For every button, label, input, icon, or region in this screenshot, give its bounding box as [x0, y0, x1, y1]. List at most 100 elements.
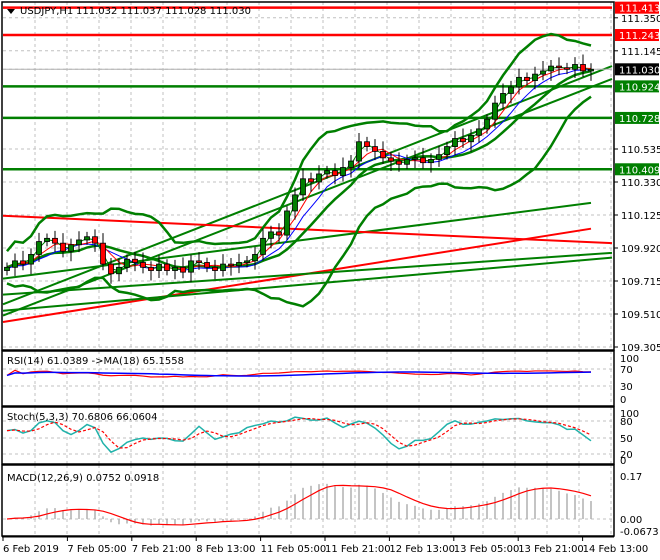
rsi-tick-label: 100 [620, 354, 639, 365]
candle-bear [212, 266, 218, 271]
price-tick-label: 111.350 [621, 14, 660, 25]
price-tick-label: 109.715 [621, 277, 660, 288]
candle-bear [580, 64, 586, 72]
candle-bear [372, 146, 378, 152]
chart-window[interactable]: 111.350 111.145 110.535 110.330 110.125 109.9… [0, 0, 660, 560]
candle-bear [164, 263, 170, 271]
panel-frame [1, 1, 615, 351]
candle-bull [348, 160, 354, 168]
candle-bear [380, 151, 386, 159]
candle-bull [484, 118, 490, 130]
time-label: 12 Feb 13:00 [389, 544, 455, 555]
level-price-label: 110.728 [619, 114, 660, 125]
candle-bull [412, 157, 418, 160]
candle-bull [12, 260, 18, 268]
price-tick-label: 109.305 [621, 343, 660, 354]
candle-bull [156, 263, 162, 271]
rsi-tick-label: 0 [620, 395, 626, 406]
candle-bull [188, 260, 194, 273]
stoch-tick-label: 50 [620, 434, 633, 445]
candle-bull [500, 93, 506, 104]
candle-bear [60, 242, 66, 252]
collapse-triangle-icon[interactable] [7, 9, 15, 14]
candle-bull [84, 236, 90, 241]
candle-bear [100, 242, 106, 265]
candle-bull [476, 128, 482, 136]
rsi-tick-label: 30 [620, 382, 633, 393]
candle-bear [140, 262, 146, 268]
candle-bear [276, 231, 282, 236]
macd-tick-label: 0.17 [620, 472, 642, 483]
candle-bull [428, 159, 434, 164]
rsi-panel[interactable] [6, 369, 592, 378]
candle-bull [508, 86, 514, 94]
price-tick-label: 111.145 [621, 47, 660, 58]
candle-bull [28, 254, 34, 265]
candle-bear [524, 76, 530, 81]
candle-bull [572, 64, 578, 70]
candle-bull [316, 173, 322, 183]
ohlc-label: 111.032 111.037 111.028 111.030 [76, 6, 251, 17]
time-label: 11 Feb 05:00 [261, 544, 327, 555]
candle-bull [36, 241, 42, 255]
time-label: 13 Feb 05:00 [454, 544, 520, 555]
candle-bear [364, 141, 370, 147]
candle-bull [548, 65, 554, 72]
candle-bull [540, 70, 546, 75]
bollinger-upper-band [6, 32, 592, 253]
macd-tick-label: -0.0673 [620, 527, 659, 538]
price-panel[interactable] [2, 6, 613, 324]
level-price-label: 111.243 [619, 31, 660, 42]
candle-bull [260, 237, 266, 255]
candle-bull [4, 266, 10, 271]
candle-bear [204, 262, 210, 268]
candle-bull [124, 258, 130, 268]
candle-bear [180, 266, 186, 273]
price-tick-label: 109.920 [621, 244, 660, 255]
candle-bear [420, 157, 426, 164]
candle-bear [108, 263, 114, 275]
candle-bear [388, 157, 394, 162]
candle-bear [92, 236, 98, 244]
rsi-label: RSI(14) 61.0389 ->MA(18) 65.1558 [7, 356, 184, 367]
rsi-tick-label: 70 [620, 365, 633, 376]
candle-bull [452, 138, 458, 147]
price-tick-label: 109.510 [621, 310, 660, 321]
candle-bull [324, 170, 330, 175]
time-label: 11 Feb 21:00 [325, 544, 391, 555]
time-label: 6 Feb 2019 [3, 544, 59, 555]
candle-bull [244, 260, 250, 263]
candle-bull [68, 244, 74, 252]
candle-bull [76, 239, 82, 246]
candle-bear [228, 263, 234, 267]
time-label: 7 Feb 21:00 [132, 544, 191, 555]
time-label: 7 Feb 05:00 [67, 544, 126, 555]
candle-bull [444, 146, 450, 156]
candle-bull [44, 237, 50, 242]
stoch-label: Stoch(5,3,3) 70.6806 66.0604 [7, 412, 158, 423]
candle-bear [20, 260, 26, 265]
candle-bear [396, 160, 402, 165]
time-label: 8 Feb 13:00 [196, 544, 255, 555]
candle-bear [132, 258, 138, 263]
candle-bull [492, 102, 498, 120]
candle-bull [268, 231, 274, 239]
candle-bull [292, 194, 298, 212]
candle-bull [516, 76, 522, 88]
symbol-label: USDJPY,H1 [20, 6, 73, 17]
candle-bull [468, 134, 474, 143]
macd-tick-label: 0.00 [620, 515, 642, 526]
time-label: 14 Feb 13:00 [583, 544, 649, 555]
current-price-label: 111.030 [619, 65, 660, 76]
candle-bull [172, 266, 178, 271]
candle-bull [436, 154, 442, 160]
candle-bull [116, 266, 122, 275]
time-label: 13 Feb 21:00 [518, 544, 584, 555]
level-price-label: 111.413 [619, 4, 660, 15]
price-tick-label: 110.330 [621, 178, 660, 189]
candle-bull [220, 263, 226, 271]
candle-bear [556, 65, 562, 69]
candle-bull [300, 178, 306, 196]
level-price-label: 110.409 [619, 165, 660, 176]
candle-bull [588, 68, 594, 72]
